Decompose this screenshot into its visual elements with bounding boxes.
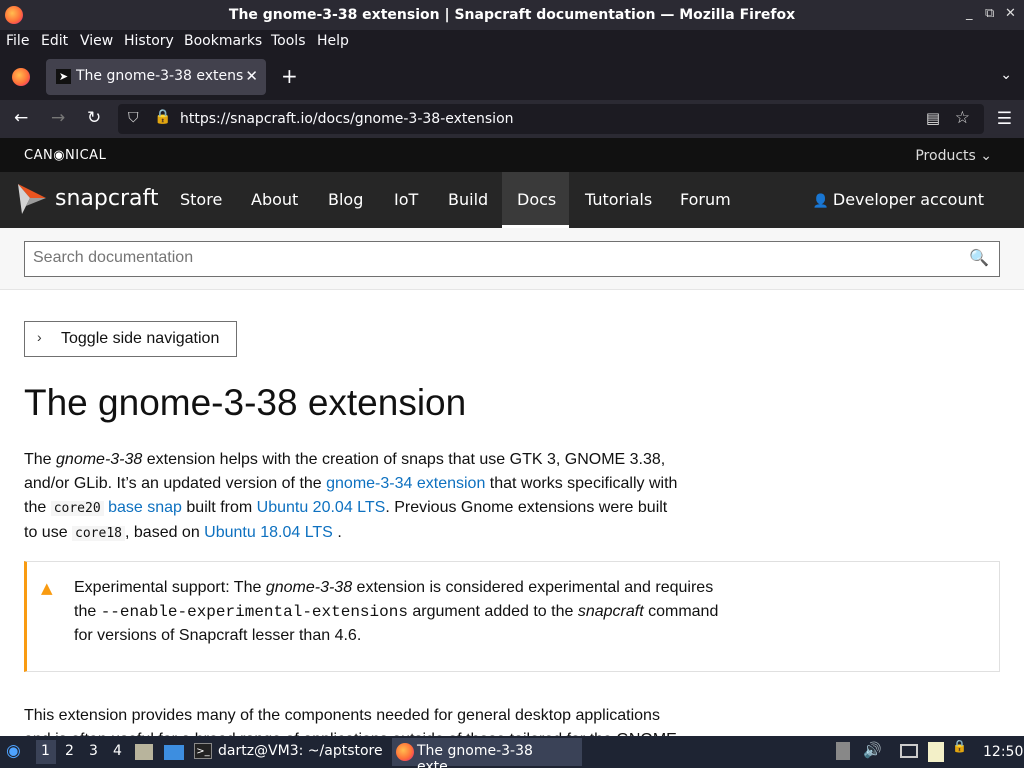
close-window-button[interactable]: ✕: [1005, 6, 1016, 21]
code-core20: core20: [50, 501, 104, 516]
notes-tray-icon[interactable]: [928, 742, 944, 762]
task-terminal-label: dartz@VM3: ~/aptstore: [218, 743, 383, 759]
canonical-bar: CAN◉NICAL Products ⌄: [0, 138, 1024, 172]
snapcraft-bird-icon[interactable]: [18, 184, 46, 214]
site-navigation: snapcraft Store About Blog IoT Build Doc…: [0, 172, 1024, 228]
developer-account-link[interactable]: 👤 Developer account: [813, 190, 984, 209]
menu-bar: File Edit View History Bookmarks Tools H…: [0, 30, 1024, 54]
reader-view-icon[interactable]: ▤: [926, 109, 940, 127]
canonical-logo[interactable]: CAN◉NICAL: [24, 148, 106, 163]
search-input[interactable]: [33, 249, 953, 267]
tab-active[interactable]: ➤ The gnome-3-38 extension ✕: [46, 59, 266, 95]
hamburger-menu-icon[interactable]: ☰: [997, 109, 1012, 129]
toggle-side-navigation-button[interactable]: › Toggle side navigation: [24, 321, 237, 357]
navigation-toolbar: ← → ↻ ⛉ 🔒 https://snapcraft.io/docs/gnom…: [0, 100, 1024, 138]
search-box: 🔍: [24, 241, 1000, 277]
ubuntu-1804-link[interactable]: Ubuntu 18.04 LTS: [204, 524, 333, 541]
developer-account-label: Developer account: [832, 190, 984, 209]
minimize-button[interactable]: _: [966, 6, 973, 21]
gnome-3-34-link[interactable]: gnome-3-34 extension: [326, 475, 485, 492]
menu-history[interactable]: History: [124, 33, 174, 49]
menu-tools[interactable]: Tools: [271, 33, 306, 49]
start-menu-icon[interactable]: ◉: [6, 741, 21, 761]
workspace-2[interactable]: 2: [65, 743, 74, 759]
warning-icon: ▲: [41, 579, 53, 597]
clock[interactable]: 12:50: [983, 744, 1023, 760]
network-icon[interactable]: [900, 744, 918, 758]
intro-paragraph: The gnome-3-38 extension helps with the …: [24, 451, 678, 541]
nav-iot[interactable]: IoT: [394, 190, 418, 209]
search-band: 🔍: [0, 228, 1024, 290]
shield-icon[interactable]: ⛉: [128, 110, 139, 126]
forward-icon[interactable]: →: [51, 108, 65, 128]
nav-forum[interactable]: Forum: [680, 190, 731, 209]
chevron-right-icon: ›: [37, 329, 42, 345]
workspace-3[interactable]: 3: [89, 743, 98, 759]
volume-icon[interactable]: 🔊: [863, 741, 882, 759]
list-tabs-icon[interactable]: ⌄: [1000, 67, 1012, 83]
url-bar[interactable]: ⛉ 🔒 https://snapcraft.io/docs/gnome-3-38…: [118, 104, 984, 134]
file-manager-icon[interactable]: [135, 744, 153, 760]
search-icon[interactable]: 🔍: [969, 248, 989, 267]
reload-icon[interactable]: ↻: [87, 108, 101, 128]
menu-file[interactable]: File: [6, 33, 29, 49]
bookmark-star-icon[interactable]: ☆: [955, 108, 970, 128]
products-dropdown[interactable]: Products ⌄: [915, 148, 992, 164]
base-snap-link[interactable]: base snap: [108, 499, 182, 516]
ubuntu-2004-link[interactable]: Ubuntu 20.04 LTS: [257, 499, 386, 516]
code-core18: core18: [72, 526, 125, 541]
task-firefox[interactable]: The gnome-3-38 exte…: [392, 738, 582, 775]
maximize-button[interactable]: ⧉: [985, 6, 994, 21]
snapcraft-favicon-icon: ➤: [56, 69, 71, 84]
task-terminal[interactable]: >_ dartz@VM3: ~/aptstore: [190, 738, 386, 766]
nav-store[interactable]: Store: [180, 190, 222, 209]
nav-build[interactable]: Build: [448, 190, 488, 209]
task-firefox-label: The gnome-3-38 exte…: [417, 743, 533, 775]
terminal-icon: >_: [194, 743, 212, 759]
window-title: The gnome-3-38 extension | Snapcraft doc…: [228, 7, 796, 23]
user-icon: 👤: [812, 194, 833, 209]
nav-docs[interactable]: Docs: [517, 190, 556, 209]
page-title: The gnome-3-38 extension: [24, 382, 467, 423]
body-paragraph: This extension provides many of the comp…: [24, 707, 677, 736]
workspace-1[interactable]: 1: [41, 743, 50, 759]
code-enable-experimental: --enable-experimental-extensions: [100, 603, 408, 621]
update-tray-icon[interactable]: 🔒: [952, 739, 967, 753]
snapcraft-brand[interactable]: snapcraft: [55, 186, 158, 211]
tab-bar: ➤ The gnome-3-38 extension ✕ + ⌄: [0, 54, 1024, 100]
toggle-label: Toggle side navigation: [61, 330, 220, 347]
new-tab-button[interactable]: +: [281, 64, 298, 88]
url-text[interactable]: https://snapcraft.io/docs/gnome-3-38-ext…: [180, 111, 514, 127]
nav-blog[interactable]: Blog: [328, 190, 363, 209]
menu-edit[interactable]: Edit: [41, 33, 68, 49]
nav-tutorials[interactable]: Tutorials: [585, 190, 652, 209]
tab-label: The gnome-3-38 extension: [76, 68, 244, 84]
notice-text: Experimental support: The gnome-3-38 ext…: [74, 579, 719, 644]
lock-icon[interactable]: 🔒: [154, 109, 171, 125]
experimental-notice: ▲ Experimental support: The gnome-3-38 e…: [24, 561, 1000, 672]
firefox-task-icon: [396, 743, 414, 761]
clipboard-tray-icon[interactable]: [836, 742, 850, 760]
nav-about[interactable]: About: [251, 190, 298, 209]
taskbar: ◉ 1 2 3 4 >_ dartz@VM3: ~/aptstore The g…: [0, 736, 1024, 775]
menu-help[interactable]: Help: [317, 33, 349, 49]
back-icon[interactable]: ←: [14, 108, 28, 128]
tab-close-icon[interactable]: ✕: [245, 67, 258, 85]
menu-view[interactable]: View: [80, 33, 113, 49]
show-desktop-icon[interactable]: [164, 745, 184, 760]
firefox-view-icon[interactable]: [12, 68, 30, 86]
workspace-4[interactable]: 4: [113, 743, 122, 759]
window-titlebar: The gnome-3-38 extension | Snapcraft doc…: [0, 0, 1024, 30]
menu-bookmarks[interactable]: Bookmarks: [184, 33, 262, 49]
